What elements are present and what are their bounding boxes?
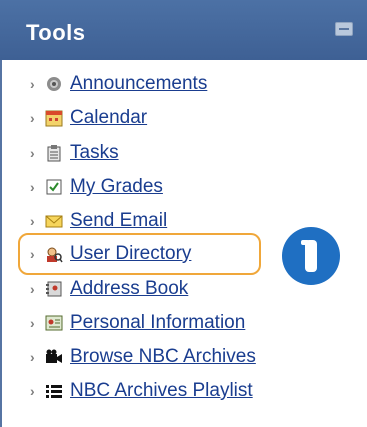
tool-item-personal-information[interactable]: › Personal Information: [30, 307, 245, 339]
tool-item-label[interactable]: Send Email: [70, 210, 167, 232]
tool-item-label[interactable]: Browse NBC Archives: [70, 346, 256, 368]
tools-header: Tools: [0, 0, 367, 60]
tool-item-calendar[interactable]: › Calendar: [30, 102, 147, 134]
tool-item-label[interactable]: NBC Archives Playlist: [70, 380, 253, 402]
chevron-right-icon: ›: [30, 213, 35, 229]
tool-item-nbc-archives-playlist[interactable]: › NBC Archives Playlist: [30, 375, 253, 407]
chevron-right-icon: ›: [30, 349, 35, 365]
tools-panel: Tools › Announcements › Calendar › Tasks: [0, 0, 367, 427]
address-book-icon: [44, 280, 64, 298]
tool-item-label[interactable]: Calendar: [70, 107, 147, 129]
personal-info-icon: [44, 314, 64, 332]
info-icon: [301, 240, 317, 272]
tool-item-address-book[interactable]: › Address Book: [30, 273, 188, 305]
tool-item-label[interactable]: Announcements: [70, 73, 207, 95]
tool-item-label[interactable]: Address Book: [70, 278, 188, 300]
calendar-icon: [44, 109, 64, 127]
panel-title: Tools: [26, 20, 86, 45]
chevron-right-icon: ›: [30, 145, 35, 161]
tool-item-label[interactable]: Personal Information: [70, 312, 245, 334]
chevron-right-icon: ›: [30, 315, 35, 331]
chevron-right-icon: ›: [30, 383, 35, 399]
minimize-icon[interactable]: [335, 22, 353, 36]
grades-icon: [44, 178, 64, 196]
tool-item-announcements[interactable]: › Announcements: [30, 68, 207, 100]
info-callout: [282, 227, 340, 285]
chevron-right-icon: ›: [30, 76, 35, 92]
camera-icon: [44, 348, 64, 366]
panel-left-border: [0, 60, 2, 427]
tool-item-browse-nbc-archives[interactable]: › Browse NBC Archives: [30, 341, 256, 373]
tool-item-label[interactable]: Tasks: [70, 142, 119, 164]
chevron-right-icon: ›: [30, 281, 35, 297]
tool-item-label[interactable]: My Grades: [70, 176, 163, 198]
envelope-icon: [44, 212, 64, 230]
chevron-right-icon: ›: [30, 179, 35, 195]
tool-item-my-grades[interactable]: › My Grades: [30, 171, 163, 203]
highlight-outline: [18, 233, 261, 275]
playlist-icon: [44, 382, 64, 400]
megaphone-icon: [44, 75, 64, 93]
chevron-right-icon: ›: [30, 110, 35, 126]
clipboard-icon: [44, 144, 64, 162]
tool-item-tasks[interactable]: › Tasks: [30, 137, 119, 169]
